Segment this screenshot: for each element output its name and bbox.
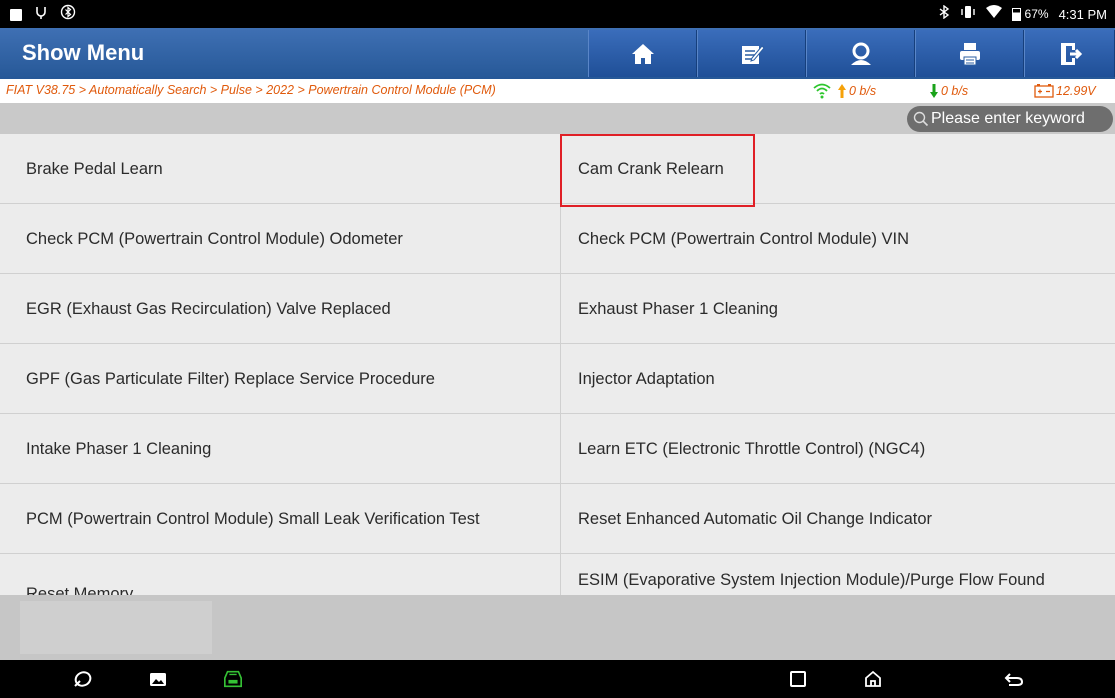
battery-icon	[1011, 7, 1021, 21]
menu-item-egr-valve-replaced[interactable]: EGR (Exhaust Gas Recirculation) Valve Re…	[0, 274, 561, 344]
upload-rate-value: 0 b/s	[849, 84, 877, 98]
search-bar	[0, 103, 1115, 134]
menu-item-reset-memory[interactable]: Reset Memory	[0, 554, 561, 595]
print-icon	[959, 42, 980, 65]
menu-item-intake-phaser-cleaning[interactable]: Intake Phaser 1 Cleaning	[0, 414, 561, 484]
system-nav-bar	[0, 660, 1115, 698]
menu-item-reset-oil-change[interactable]: Reset Enhanced Automatic Oil Change Indi…	[561, 484, 1115, 554]
status-bar: 67% 4:31 PM	[0, 0, 1115, 28]
download-rate: 0 b/s	[929, 83, 968, 99]
car-battery-icon	[1034, 84, 1054, 98]
battery-voltage: 12.99V	[1034, 83, 1096, 98]
recents-button[interactable]	[787, 668, 809, 690]
search-input[interactable]	[931, 110, 1111, 128]
bottom-action-button[interactable]	[20, 601, 212, 654]
image-notification-icon	[10, 8, 22, 21]
battery-percent: 67%	[1024, 7, 1049, 21]
browser-icon	[74, 671, 92, 687]
menu-item-cam-crank-relearn[interactable]: Cam Crank Relearn	[561, 134, 1115, 204]
menu-item-esim-purge-flow[interactable]: ESIM (Evaporative System Injection Modul…	[561, 554, 1115, 595]
gallery-icon	[150, 673, 166, 686]
user-button[interactable]	[806, 30, 915, 77]
back-icon	[1004, 673, 1024, 686]
menu-item-pcm-small-leak-test[interactable]: PCM (Powertrain Control Module) Small Le…	[0, 484, 561, 554]
menu-item-gpf-replace[interactable]: GPF (Gas Particulate Filter) Replace Ser…	[0, 344, 561, 414]
menu-item-check-pcm-vin[interactable]: Check PCM (Powertrain Control Module) VI…	[561, 204, 1115, 274]
gallery-button[interactable]	[147, 668, 169, 690]
home-button[interactable]	[588, 30, 697, 77]
wifi-icon	[985, 4, 1002, 24]
breadcrumb-bar: FIAT V38.75 > Automatically Search > Pul…	[0, 79, 1115, 103]
vci-button[interactable]	[222, 668, 244, 690]
breadcrumb: FIAT V38.75 > Automatically Search > Pul…	[6, 83, 496, 97]
recents-icon	[790, 671, 806, 687]
search-box[interactable]	[907, 106, 1113, 132]
upload-rate: 0 b/s	[813, 83, 876, 99]
bottom-action-bar	[0, 595, 1115, 660]
edit-report-icon	[741, 44, 765, 64]
vci-icon	[224, 670, 242, 688]
app-header: Show Menu	[0, 28, 1115, 79]
search-icon	[913, 111, 929, 127]
usb-icon	[34, 5, 48, 24]
menu-list: Brake Pedal Learn Cam Crank Relearn Chec…	[0, 134, 1115, 595]
browser-button[interactable]	[72, 668, 94, 690]
clock: 4:31 PM	[1058, 6, 1107, 22]
home-nav-icon	[865, 670, 881, 687]
bluetooth-icon	[938, 4, 950, 24]
print-button[interactable]	[915, 30, 1024, 77]
download-rate-value: 0 b/s	[941, 84, 969, 98]
vibrate-icon	[960, 5, 976, 24]
menu-item-injector-adaptation[interactable]: Injector Adaptation	[561, 344, 1115, 414]
home-icon	[631, 43, 654, 64]
edit-report-button[interactable]	[697, 30, 806, 77]
upload-arrow-icon	[838, 84, 846, 98]
menu-item-brake-pedal-learn[interactable]: Brake Pedal Learn	[0, 134, 561, 204]
back-button[interactable]	[1003, 668, 1025, 690]
page-title: Show Menu	[22, 40, 145, 65]
menu-item-exhaust-phaser-cleaning[interactable]: Exhaust Phaser 1 Cleaning	[561, 274, 1115, 344]
wifi-signal-icon	[813, 83, 831, 99]
voltage-value: 12.99V	[1056, 83, 1096, 98]
exit-button[interactable]	[1024, 30, 1115, 77]
bluetooth-settings-icon	[60, 4, 76, 25]
download-arrow-icon	[930, 84, 938, 98]
home-nav-button[interactable]	[862, 668, 884, 690]
user-icon	[850, 42, 871, 65]
menu-item-learn-etc[interactable]: Learn ETC (Electronic Throttle Control) …	[561, 414, 1115, 484]
exit-icon	[1060, 42, 1082, 65]
menu-item-check-pcm-odometer[interactable]: Check PCM (Powertrain Control Module) Od…	[0, 204, 561, 274]
